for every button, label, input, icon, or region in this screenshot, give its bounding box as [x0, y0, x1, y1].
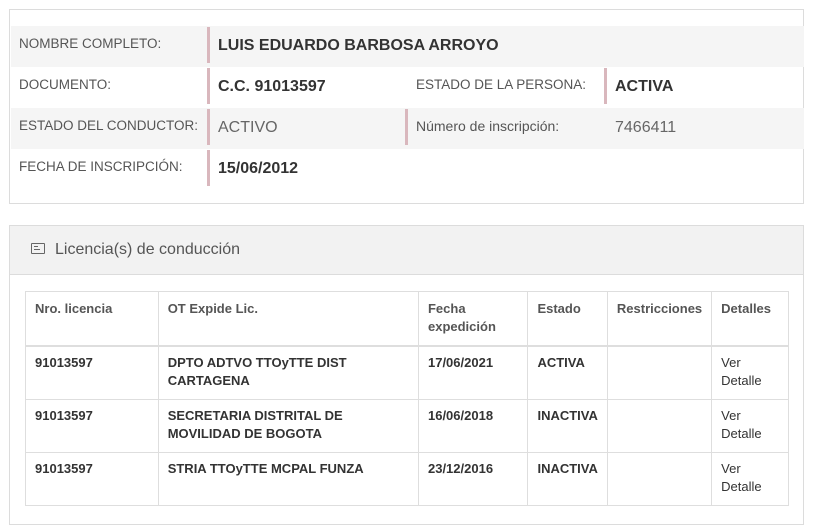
numero-inscripcion-value: 7466411 [615, 119, 677, 136]
cell-nro: 91013597 [25, 452, 159, 506]
cell-nro: 91013597 [25, 345, 159, 400]
row-fecha-inscripcion: FECHA DE INSCRIPCIÓN: 15/06/2012 [11, 149, 804, 190]
separator [207, 109, 210, 145]
separator [405, 109, 408, 145]
id-card-icon [31, 243, 45, 254]
fecha-inscripcion-label: FECHA DE INSCRIPCIÓN: [19, 159, 183, 174]
cell-estado: ACTIVA [527, 345, 608, 400]
row-estado-conductor: ESTADO DEL CONDUCTOR: ACTIVO Número de i… [11, 108, 804, 149]
col-fecha-expedicion: Fecha expedición [417, 291, 529, 347]
licenses-title: Licencia(s) de conducción [55, 241, 240, 258]
documento-label: DOCUMENTO: [19, 77, 112, 92]
separator [207, 27, 210, 63]
col-ot-expide: OT Expide Lic. [157, 291, 419, 347]
licenses-card: Licencia(s) de conducción Nro. licencia … [9, 225, 804, 525]
cell-nro: 91013597 [25, 399, 159, 453]
estado-conductor-value: ACTIVO [218, 119, 278, 136]
col-estado: Estado [527, 291, 608, 347]
col-nro-licencia: Nro. licencia [25, 291, 159, 347]
nombre-value: LUIS EDUARDO BARBOSA ARROYO [218, 37, 499, 54]
row-documento: DOCUMENTO: C.C. 91013597 ESTADO DE LA PE… [11, 67, 804, 108]
cell-fecha: 23/12/2016 [417, 452, 529, 506]
col-detalles: Detalles [711, 291, 789, 347]
licenses-header[interactable]: Licencia(s) de conducción [10, 226, 803, 275]
nombre-label: NOMBRE COMPLETO: [19, 36, 162, 51]
cell-fecha: 17/06/2021 [417, 345, 529, 400]
cell-estado: INACTIVA [527, 452, 608, 506]
ver-detalle-link[interactable]: Ver Detalle [721, 355, 761, 388]
estado-conductor-label: ESTADO DEL CONDUCTOR: [19, 118, 199, 133]
separator [207, 150, 210, 186]
numero-inscripcion-label: Número de inscripción: [416, 118, 560, 134]
table-row: 91013597 SECRETARIA DISTRITAL DE MOVILID… [25, 399, 789, 453]
row-nombre: NOMBRE COMPLETO: LUIS EDUARDO BARBOSA AR… [11, 26, 804, 67]
cell-detalles: Ver Detalle [711, 452, 789, 506]
table-header-row: Nro. licencia OT Expide Lic. Fecha exped… [25, 291, 789, 347]
cell-detalles: Ver Detalle [711, 345, 789, 400]
cell-estado: INACTIVA [527, 399, 608, 453]
cell-ot: DPTO ADTVO TTOyTTE DIST CARTAGENA [157, 345, 419, 400]
cell-restricciones [606, 399, 713, 453]
cell-restricciones [606, 345, 713, 400]
estado-persona-value: ACTIVA [615, 78, 674, 95]
cell-ot: STRIA TTOyTTE MCPAL FUNZA [157, 452, 419, 506]
person-info-card: NOMBRE COMPLETO: LUIS EDUARDO BARBOSA AR… [9, 9, 804, 204]
ver-detalle-link[interactable]: Ver Detalle [721, 461, 761, 494]
licenses-table: Nro. licencia OT Expide Lic. Fecha exped… [25, 291, 789, 506]
estado-persona-label: ESTADO DE LA PERSONA: [416, 77, 587, 92]
separator [604, 68, 607, 104]
cell-restricciones [606, 452, 713, 506]
cell-detalles: Ver Detalle [711, 399, 789, 453]
cell-ot: SECRETARIA DISTRITAL DE MOVILIDAD DE BOG… [157, 399, 419, 453]
table-row: 91013597 STRIA TTOyTTE MCPAL FUNZA 23/12… [25, 452, 789, 506]
cell-fecha: 16/06/2018 [417, 399, 529, 453]
fecha-inscripcion-value: 15/06/2012 [218, 160, 299, 177]
documento-value: C.C. 91013597 [218, 78, 326, 95]
ver-detalle-link[interactable]: Ver Detalle [721, 408, 761, 441]
table-row: 91013597 DPTO ADTVO TTOyTTE DIST CARTAGE… [25, 345, 789, 400]
separator [207, 68, 210, 104]
col-restricciones: Restricciones [606, 291, 713, 347]
